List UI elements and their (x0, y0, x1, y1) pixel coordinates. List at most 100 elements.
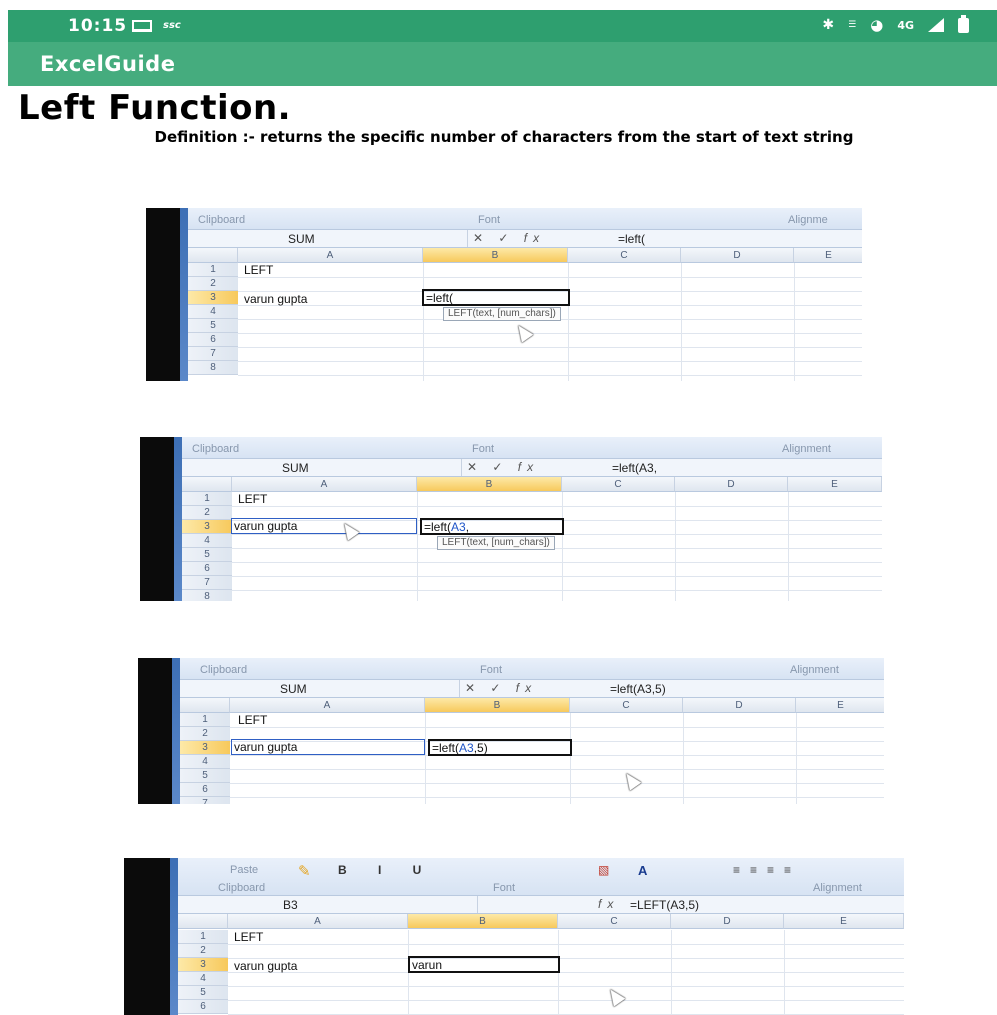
function-tooltip: LEFT(text, [num_chars]) (437, 536, 555, 550)
row-header[interactable]: 8 (188, 361, 238, 375)
row-header[interactable]: 7 (180, 797, 230, 804)
row-header[interactable]: 2 (188, 277, 238, 291)
cell-b3-text: =left( (424, 520, 452, 534)
column-header-e[interactable]: E (784, 914, 904, 929)
status-time: 10:15 (68, 16, 128, 36)
column-header-c[interactable]: C (562, 477, 675, 492)
column-header-c[interactable]: C (570, 698, 683, 713)
cell-a1[interactable]: LEFT (238, 713, 267, 727)
mouse-cursor-icon (512, 321, 534, 343)
ribbon-clipboard-label: Clipboard (192, 443, 240, 455)
row-header[interactable]: 4 (188, 305, 238, 319)
font-format-icons[interactable]: B I U (338, 863, 435, 877)
ribbon-font-label: Font (493, 882, 516, 894)
row-header[interactable]: 3 (178, 958, 228, 972)
page-title: Left Function. (18, 88, 292, 128)
row-header[interactable]: 4 (182, 534, 232, 548)
active-cell-b3[interactable]: varun (408, 956, 560, 973)
active-cell-b3[interactable]: =left( (422, 289, 570, 306)
row-header[interactable]: 2 (180, 727, 230, 741)
column-header-a[interactable]: A (238, 248, 423, 263)
function-tooltip: LEFT(text, [num_chars]) (443, 307, 561, 321)
column-header-b[interactable]: B (425, 698, 570, 713)
column-header-e[interactable]: E (796, 698, 884, 713)
row-header[interactable]: 5 (188, 319, 238, 333)
row-header[interactable]: 7 (182, 576, 232, 590)
column-header-d[interactable]: D (681, 248, 794, 263)
row-header[interactable]: 6 (178, 1000, 228, 1014)
row-header[interactable]: 7 (188, 347, 238, 361)
referenced-cell-a3[interactable]: varun gupta (231, 739, 425, 755)
paste-icon[interactable]: ✎ (298, 862, 311, 880)
align-icons[interactable]: ≡≡≡≡ (733, 863, 801, 877)
active-cell-b3[interactable]: =left(A3, (420, 518, 564, 535)
row-header[interactable]: 5 (178, 986, 228, 1000)
ribbon-font-label: Font (478, 214, 501, 226)
ribbon-alignment-label: Alignme (788, 214, 828, 226)
name-box[interactable]: SUM (188, 230, 468, 247)
row-header[interactable]: 3 (188, 291, 238, 305)
row-header[interactable]: 1 (188, 263, 238, 277)
cell-b3-suffix: ,5) (473, 741, 488, 755)
cell-a1[interactable]: LEFT (238, 492, 267, 506)
ribbon-clipboard-label: Clipboard (200, 664, 248, 676)
column-header-e[interactable]: E (788, 477, 882, 492)
row-header[interactable]: 2 (182, 506, 232, 520)
name-box[interactable]: B3 (178, 896, 478, 913)
row-header[interactable]: 5 (182, 548, 232, 562)
formula-text[interactable]: =left(A3, (612, 461, 657, 475)
column-header-b[interactable]: B (423, 248, 568, 263)
formula-icons: ✕ ✓ fx (465, 681, 538, 695)
column-header-e[interactable]: E (794, 248, 862, 263)
column-header-a[interactable]: A (230, 698, 425, 713)
row-header[interactable]: 1 (182, 492, 232, 506)
row-header[interactable]: 3 (182, 520, 232, 534)
referenced-cell-a3[interactable]: varun gupta (231, 518, 417, 534)
row-header[interactable]: 1 (180, 713, 230, 727)
cell-a1[interactable]: LEFT (234, 930, 263, 944)
row-header[interactable]: 2 (178, 944, 228, 958)
cell-a3[interactable]: varun gupta (244, 292, 307, 306)
column-header-a[interactable]: A (232, 477, 417, 492)
volte-icon: ☰ (848, 20, 857, 30)
row-header[interactable]: 1 (178, 930, 228, 944)
formula-text[interactable]: =left(A3,5) (610, 682, 666, 696)
row-header[interactable]: 6 (182, 562, 232, 576)
row-header[interactable]: 3 (180, 741, 230, 755)
name-box[interactable]: SUM (182, 459, 462, 476)
row-header[interactable]: 5 (180, 769, 230, 783)
name-box[interactable]: SUM (180, 680, 460, 697)
column-header-a[interactable]: A (228, 914, 408, 929)
laptop-icon (132, 20, 152, 32)
active-cell-b3[interactable]: =left(A3,5) (428, 739, 572, 756)
ribbon-alignment-label: Alignment (782, 443, 831, 455)
row-header[interactable]: 6 (180, 783, 230, 797)
column-header-d[interactable]: D (683, 698, 796, 713)
app-title: ExcelGuide (40, 52, 176, 76)
column-header-c[interactable]: C (558, 914, 671, 929)
carrier-label: ssc (163, 20, 181, 31)
column-header-d[interactable]: D (671, 914, 784, 929)
cell-b3-text: =left( (426, 291, 454, 305)
column-header-b[interactable]: B (417, 477, 562, 492)
excel-screenshot-2: Clipboard Font Alignment SUM ✕ ✓ fx =lef… (140, 437, 882, 601)
column-header-c[interactable]: C (568, 248, 681, 263)
cell-a3[interactable]: varun gupta (234, 959, 297, 973)
column-header-d[interactable]: D (675, 477, 788, 492)
formula-text[interactable]: =LEFT(A3,5) (630, 898, 699, 912)
fill-color-icon[interactable]: ▧ (598, 863, 609, 877)
formula-icons: ✕ ✓ fx (467, 460, 540, 474)
ribbon-alignment-label: Alignment (813, 882, 862, 894)
formula-bar: SUM ✕ ✓ fx =left(A3,5) (180, 680, 884, 698)
row-header[interactable]: 8 (182, 590, 232, 601)
row-header[interactable]: 6 (188, 333, 238, 347)
row-header[interactable]: 4 (180, 755, 230, 769)
column-header-b[interactable]: B (408, 914, 558, 929)
battery-icon (958, 14, 969, 33)
font-color-icon[interactable]: A (638, 863, 647, 878)
cell-a1[interactable]: LEFT (244, 263, 273, 277)
excel-screenshot-1: Clipboard Font Alignme SUM ✕ ✓ fx =left(… (146, 208, 862, 381)
formula-text[interactable]: =left( (618, 232, 645, 246)
row-header[interactable]: 4 (178, 972, 228, 986)
ribbon-paste-label: Paste (230, 864, 259, 876)
